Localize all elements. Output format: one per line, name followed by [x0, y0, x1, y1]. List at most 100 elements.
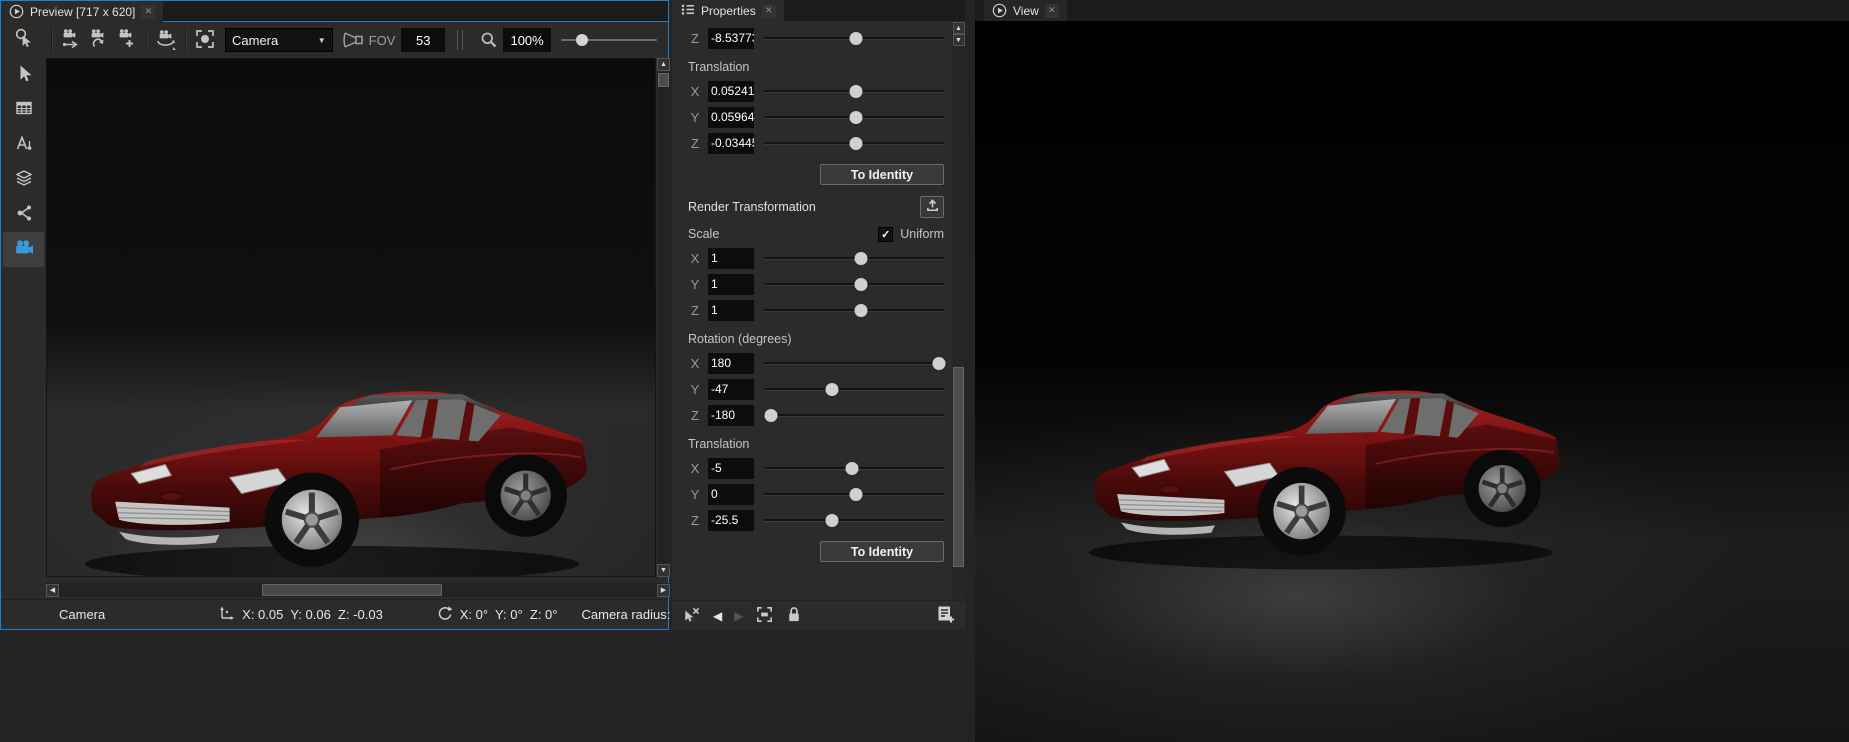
view-viewport[interactable] [975, 21, 1849, 742]
close-icon[interactable]: ✕ [141, 5, 155, 19]
layers-button[interactable] [3, 162, 44, 197]
clear-selection-button[interactable] [682, 605, 701, 627]
select-tool-button[interactable] [3, 57, 44, 92]
properties-vertical-scrollbar: ▲ ▼ [952, 22, 965, 599]
slider-row-scale-y: Y 1 [688, 271, 944, 297]
scroll-down-arrow[interactable]: ▼ [953, 34, 965, 46]
slider[interactable] [764, 379, 944, 399]
fov-input[interactable]: 53 [401, 28, 445, 52]
scroll-up-arrow[interactable]: ▲ [953, 22, 965, 34]
close-icon[interactable]: ✕ [762, 4, 776, 18]
number-input[interactable]: 1 [708, 274, 754, 295]
uniform-checkbox[interactable]: ✓ [878, 227, 893, 242]
tab-properties[interactable]: Properties ✕ [672, 0, 784, 21]
slider-row-z-clipped: Z -8.53773 [688, 25, 944, 51]
slider[interactable] [764, 248, 944, 268]
scroll-left-arrow[interactable]: ◀ [46, 584, 59, 597]
slider[interactable] [764, 133, 944, 153]
slider-row-translation2-y: Y 0 [688, 481, 944, 507]
scroll-right-arrow[interactable]: ▶ [657, 584, 670, 597]
scroll-up-arrow[interactable]: ▲ [657, 58, 670, 71]
tab-view[interactable]: View ✕ [984, 0, 1067, 21]
slider-row-translation2-z: Z -25.5 [688, 507, 944, 533]
axis-label: Y [688, 277, 702, 292]
camera-select[interactable]: Camera ▼ [225, 28, 333, 52]
history-forward-button[interactable]: ▶ [734, 610, 743, 622]
camera-reset-rotation-button[interactable] [85, 26, 113, 54]
number-input[interactable]: -8.53773 [708, 28, 754, 49]
slider[interactable] [764, 107, 944, 127]
slider[interactable] [764, 28, 944, 48]
slider-track[interactable] [764, 519, 944, 521]
slider-handle[interactable] [855, 278, 868, 291]
frame-view-button[interactable] [191, 26, 219, 54]
slider[interactable] [764, 81, 944, 101]
scrollbar-thumb[interactable] [658, 73, 669, 87]
export-button[interactable] [920, 196, 944, 218]
pick-tool-button[interactable] [3, 22, 44, 57]
add-property-button[interactable] [935, 604, 955, 627]
number-input[interactable]: 180 [708, 353, 754, 374]
slider-handle[interactable] [849, 488, 862, 501]
to-identity-button[interactable]: To Identity [820, 164, 944, 185]
number-input[interactable]: 1 [708, 248, 754, 269]
slider[interactable] [764, 458, 944, 478]
camera-add-button[interactable] [113, 26, 141, 54]
number-input[interactable]: 0 [708, 484, 754, 505]
slider-handle[interactable] [855, 252, 868, 265]
properties-tab-bar: Properties ✕ [672, 0, 965, 21]
axis-label: X [688, 461, 702, 476]
slider-track[interactable] [764, 388, 944, 390]
toolbar-splitter-handle[interactable] [457, 30, 463, 50]
camera-orbit-button[interactable] [152, 26, 180, 54]
slider-row-rotation-z: Z -180 [688, 402, 944, 428]
number-input[interactable]: -25.5 [708, 510, 754, 531]
slider-handle[interactable] [826, 383, 839, 396]
number-input[interactable]: 0.05964 [708, 107, 754, 128]
scroll-down-arrow[interactable]: ▼ [657, 564, 670, 577]
slider-handle[interactable] [846, 462, 859, 475]
camera-view-button[interactable] [3, 232, 44, 267]
number-input[interactable]: -0.03445 [708, 133, 754, 154]
close-icon[interactable]: ✕ [1045, 4, 1059, 18]
zoom-slider[interactable] [561, 30, 657, 50]
status-camera-label: Camera [59, 607, 105, 622]
scrollbar-thumb[interactable] [953, 367, 964, 567]
frame-selection-button[interactable] [755, 605, 774, 627]
slider[interactable] [764, 300, 944, 320]
slider[interactable] [764, 405, 944, 425]
number-input[interactable]: -180 [708, 405, 754, 426]
slider-handle[interactable] [849, 137, 862, 150]
slider[interactable] [764, 353, 944, 373]
number-input[interactable]: 1 [708, 300, 754, 321]
preview-viewport[interactable] [46, 58, 656, 577]
slider-handle[interactable] [932, 357, 945, 370]
lock-button[interactable] [786, 605, 802, 627]
number-input[interactable]: -5 [708, 458, 754, 479]
history-back-button[interactable]: ◀ [713, 610, 722, 622]
slider-handle[interactable] [765, 409, 778, 422]
zoom-level-input[interactable]: 100% [503, 28, 551, 52]
table-view-button[interactable] [3, 92, 44, 127]
slider[interactable] [764, 484, 944, 504]
zoom-slider-handle[interactable] [576, 34, 588, 46]
scrollbar-track[interactable] [657, 71, 670, 564]
number-input[interactable]: 0.05241 [708, 81, 754, 102]
to-identity-button-2[interactable]: To Identity [820, 541, 944, 562]
number-input[interactable]: -47 [708, 379, 754, 400]
text-annotation-button[interactable] [3, 127, 44, 162]
connections-button[interactable] [3, 197, 44, 232]
camera-translate-button[interactable] [57, 26, 85, 54]
slider[interactable] [764, 510, 944, 530]
slider-handle[interactable] [855, 304, 868, 317]
tab-preview[interactable]: Preview [717 x 620] ✕ [1, 1, 163, 22]
slider-handle[interactable] [826, 514, 839, 527]
render-transformation-label: Render Transformation [688, 200, 816, 214]
axis-label: X [688, 356, 702, 371]
slider-handle[interactable] [849, 111, 862, 124]
slider-track[interactable] [764, 362, 944, 364]
slider-track[interactable] [764, 414, 944, 416]
slider-handle[interactable] [849, 85, 862, 98]
slider[interactable] [764, 274, 944, 294]
slider-handle[interactable] [849, 32, 862, 45]
